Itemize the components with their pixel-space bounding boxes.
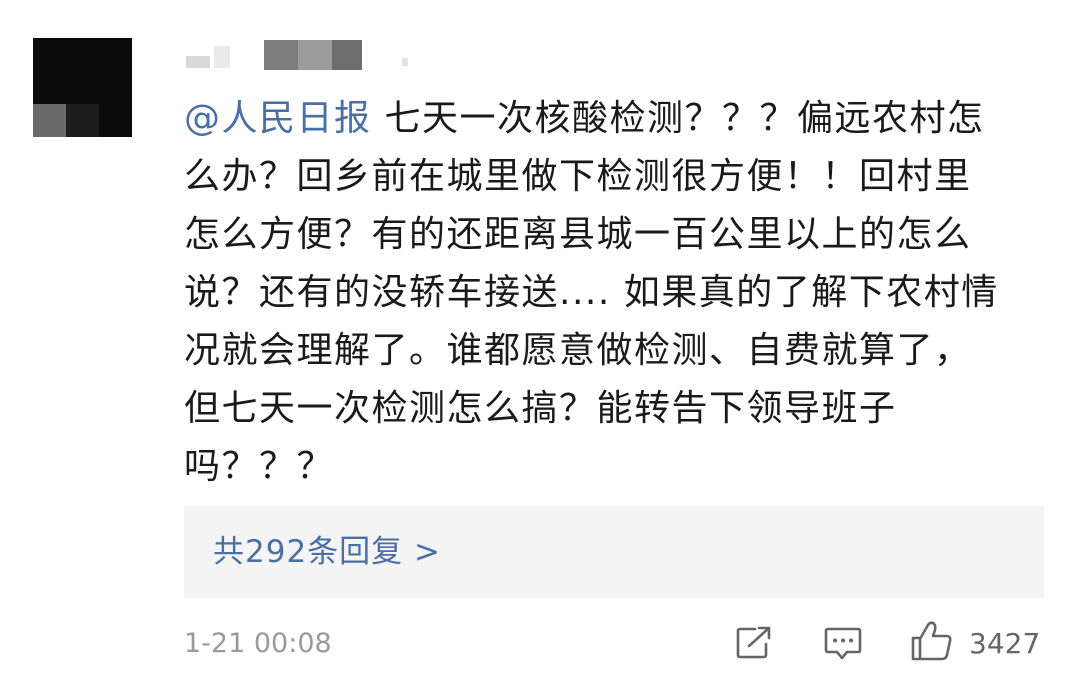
username-pixel [264, 40, 298, 70]
avatar-pixel [33, 104, 66, 137]
comment-line: @人民日报 七天一次核酸检测？？？偏远农村怎 [184, 98, 985, 139]
comment-button[interactable] [824, 626, 862, 662]
username-pixel [332, 40, 362, 70]
comment-icon [824, 627, 862, 660]
username-pixel [298, 40, 332, 70]
comment-line: 怎么方便？有的还距离县城一百公里以上的怎么 [184, 214, 972, 255]
view-replies-link[interactable]: 共292条回复 > [213, 530, 441, 574]
like-count: 3427 [969, 627, 1041, 660]
share-button[interactable] [735, 626, 773, 660]
mention-link[interactable]: @人民日报 [184, 98, 372, 139]
comment-text: @人民日报 七天一次核酸检测？？？偏远农村怎 么办？回乡前在城里做下检测很方便！… [184, 90, 1044, 496]
share-icon [736, 626, 771, 659]
thumbs-up-icon [911, 621, 952, 661]
replies-panel: 共292条回复 > [184, 506, 1044, 598]
comment-line: 说？还有的没轿车接送.... 如果真的了解下农村情 [184, 272, 999, 313]
comment-line: 么办？回乡前在城里做下检测很方便！！回村里 [184, 156, 972, 197]
username-pixel [186, 56, 210, 68]
username-pixel [214, 46, 230, 68]
comment-line: 吗？？？ [184, 446, 335, 487]
comment-footer: 1-21 00:08 3427 [184, 620, 1044, 666]
avatar-pixel [66, 104, 99, 137]
username-pixel [402, 58, 408, 66]
like-button[interactable] [910, 620, 954, 662]
username-obscured[interactable] [184, 38, 414, 72]
comment-line: 况就会理解了。谁都愿意做检测、自费就算了， [184, 330, 972, 371]
timestamp: 1-21 00:08 [184, 628, 332, 659]
comment-line: 但七天一次检测怎么搞？能转告下领导班子 [184, 388, 897, 429]
avatar[interactable] [33, 38, 132, 137]
